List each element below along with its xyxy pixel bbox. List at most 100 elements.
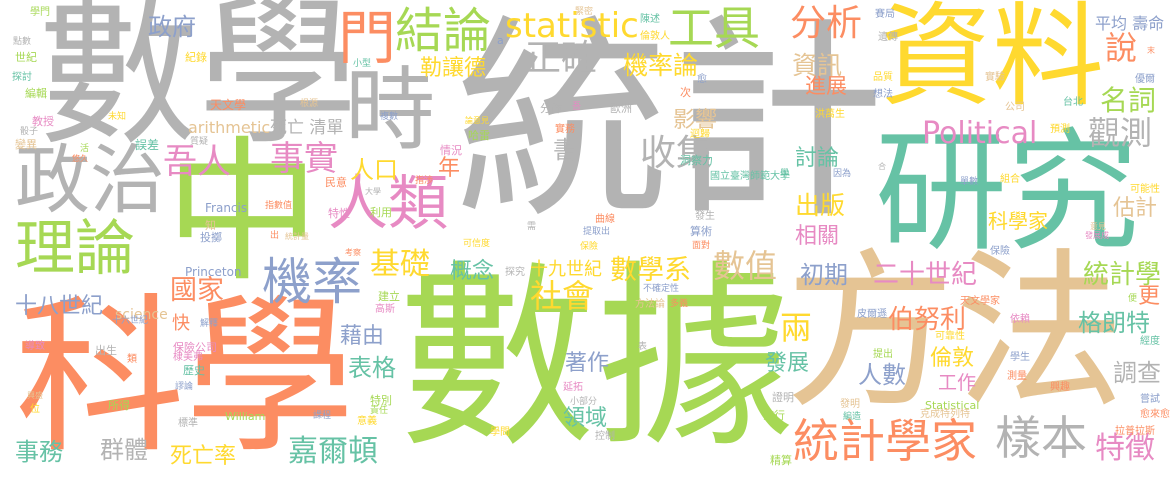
word-cloud: 數學時統計 資料 研究中科學 數據 方法 政治 理論 人類 機率門結論 statistic 工具 正確… (0, 0, 1175, 482)
word: 概念 (450, 258, 495, 284)
word: 倫敦人 (640, 31, 670, 42)
word: 書 (553, 135, 577, 164)
word: Political (922, 116, 1038, 151)
word: 複數 (380, 112, 399, 123)
word: 不確定性 (643, 284, 680, 295)
word: 分佈 (540, 101, 562, 115)
word: 歷史 (183, 363, 205, 377)
word: 拉普拉斯 (1115, 426, 1155, 437)
word: 因為 (833, 169, 852, 180)
word: 國家 (170, 275, 224, 307)
word: 指數值 (265, 201, 293, 212)
word: 實驗 (985, 72, 1005, 83)
word: 機率 (262, 253, 362, 311)
word: 賽局 (875, 9, 895, 20)
word: 愈來愈 (1140, 409, 1170, 420)
word: 探究 (505, 267, 525, 278)
word: 論意見 (465, 116, 489, 126)
word: 事實 (270, 138, 338, 179)
word: 流行 (763, 408, 785, 422)
word: 知 (205, 218, 216, 232)
word: 台北 (1063, 97, 1083, 108)
word: 資料 (880, 0, 1104, 122)
word: a (497, 33, 504, 47)
word: 預測 (1050, 124, 1070, 135)
word: 哈雷 (468, 128, 490, 142)
word: 嘗試 (1140, 394, 1160, 405)
word: 愈 (697, 74, 707, 85)
word: 陳述 (640, 14, 660, 25)
word: 學 (780, 169, 790, 180)
word: 精算 (770, 453, 792, 467)
word: 迴歸 (690, 129, 710, 140)
word: 表 (638, 342, 648, 353)
word: 快 (172, 313, 190, 335)
word: 洪萬生 (815, 109, 845, 120)
word: 特徵 (1095, 431, 1155, 466)
word: 可信度 (463, 239, 491, 250)
word: 導致 (25, 341, 45, 352)
word: 編造 (843, 412, 862, 423)
word: 利用 (370, 205, 392, 219)
word: 想法 (873, 89, 893, 100)
word: 名詞 (1100, 84, 1157, 118)
word: 位 (30, 404, 40, 415)
word: 提取出 (583, 227, 611, 238)
word: 需 (527, 222, 537, 233)
word: 興趣 (1050, 382, 1070, 393)
word: 類 (127, 354, 137, 365)
word: 解釋 (200, 319, 219, 330)
word: 緊密 (575, 7, 594, 18)
word: 統計量 (285, 232, 309, 242)
word: 出 (270, 231, 280, 242)
word: 嘉爾頓 (288, 434, 378, 469)
word: 平均 壽命 (1095, 14, 1165, 34)
word: 延拓 (563, 382, 583, 393)
word: 合 (878, 162, 886, 172)
word: 天文學 (210, 97, 247, 112)
word: 小部分 (570, 397, 598, 408)
word: 人數 (858, 360, 906, 389)
word: 控制 (595, 431, 615, 442)
word: 可能性 (1130, 184, 1160, 195)
word: 意義 (357, 416, 377, 427)
word: 學門 (30, 7, 50, 18)
word: 著作 (565, 350, 610, 376)
word: 分析 (790, 3, 863, 45)
word: 活 (80, 144, 90, 155)
word: 討論 (795, 145, 840, 171)
word: 骰子 (20, 127, 39, 138)
word: 實務 (555, 124, 575, 135)
word: 方法論 (635, 299, 665, 310)
word: 面對 (692, 241, 711, 252)
word: 建立 (378, 289, 400, 303)
word: 天文學家 (960, 296, 1000, 307)
word: 藉由 (340, 323, 385, 349)
word: 勒讓德 (420, 55, 487, 81)
word: 發明 (840, 399, 860, 410)
word: 國立臺灣師範大學 (710, 171, 790, 182)
word: Francis (205, 200, 248, 215)
word: 公司 (1005, 102, 1025, 113)
word: 可靠性 (935, 331, 965, 342)
word: 投擲 (200, 230, 222, 244)
word: 遺傳 (878, 32, 898, 43)
word: 棣美弗 (173, 352, 203, 363)
word: 興盛 (27, 391, 43, 401)
word: 紀錄 (185, 50, 207, 64)
word: 說 (1105, 28, 1138, 67)
word: 出版 (795, 190, 846, 220)
word: 更 (1138, 283, 1161, 309)
word: 發展 (765, 350, 810, 376)
word: 調查 (1113, 358, 1161, 387)
word: 發展成 (1085, 231, 1109, 241)
word: 年 (438, 155, 461, 181)
word: 特性 (328, 206, 350, 220)
word: 出生 (95, 343, 117, 357)
word: 責任 (370, 406, 389, 417)
word: 組合 (1000, 174, 1020, 185)
word: 根源 (300, 99, 319, 110)
word: 發生 (695, 211, 715, 222)
word: 民意 (325, 175, 347, 189)
word: 世紀 (15, 50, 37, 64)
